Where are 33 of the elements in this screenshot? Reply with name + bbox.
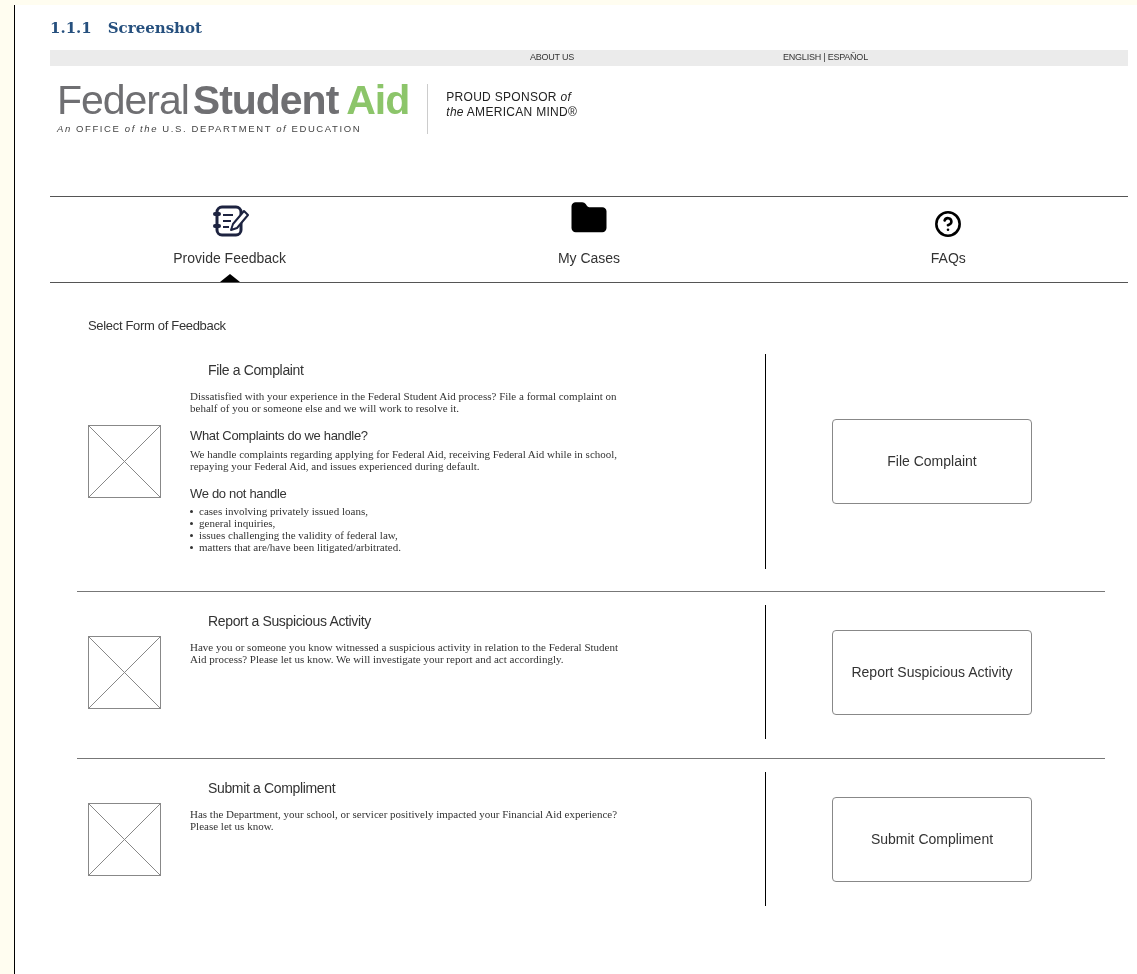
list-item-text: cases involving privately issued loans, — [199, 505, 368, 518]
list-item-text: issues challenging the validity of federal law, — [199, 529, 398, 542]
nav-tab[interactable]: FAQs — [768, 196, 1128, 282]
action-button[interactable]: Submit Compliment — [832, 796, 1032, 882]
description-text: Have you or someone you know witnessed a suspicious activity in relation to the Federal Student Aid process? Please let us know. We will investigate your report and act accordingly. — [190, 641, 619, 666]
action-button[interactable]: Report Suspicious Activity — [832, 629, 1032, 715]
description-text: We handle complaints regarding applying for Federal Aid, receiving Federal Aid while in school, repaying your Federal Aid, and issues experienced during default. — [190, 447, 619, 472]
list-item-text: matters that are/have been litigated/arbitrated. — [199, 541, 401, 554]
list-item-text: general inquiries, — [199, 517, 276, 530]
nav-tab[interactable]: Provide Feedback — [50, 196, 410, 282]
subheading: What Complaints do we handle? — [190, 427, 369, 446]
bullet-icon — [190, 546, 193, 550]
bullet-icon — [190, 534, 193, 538]
logo-wordmark: FederalStudent Aid — [57, 79, 410, 120]
document-heading: 1.1.1 Screenshot — [50, 18, 203, 39]
action-button[interactable]: File Complaint — [832, 419, 1032, 505]
bullet-icon — [190, 510, 193, 514]
sponsor-text: PROUD SPONSOR of — [446, 89, 573, 105]
section-title: Submit a Compliment — [208, 779, 337, 799]
section-prompt: Select Form of Feedback — [88, 316, 227, 335]
notepad-pencil-icon — [210, 203, 249, 238]
description-text: Has the Department, your school, or servicer positively impacted your Financial Aid experience? Please let us know. — [190, 808, 619, 833]
section-title: Report a Suspicious Activity — [208, 612, 372, 632]
logo-tagline: An OFFICE of the U.S. DEPARTMENT of EDUCATION — [57, 121, 363, 136]
sponsor-text: the AMERICAN MIND® — [446, 104, 578, 120]
section-title: File a Complaint — [208, 361, 305, 381]
nav-tab[interactable]: My Cases — [409, 196, 769, 282]
help-icon — [934, 209, 963, 238]
description-text: Dissatisfied with your experience in the Federal Student Aid process? File a formal complaint on behalf of you or someone else and we will work to resolve it. — [190, 390, 618, 415]
top-bar-link[interactable]: ABOUT US — [530, 50, 575, 65]
subheading: We do not handle — [190, 484, 288, 503]
top-bar-link[interactable]: ENGLISH | ESPAÑOL — [783, 50, 868, 65]
bullet-icon — [190, 522, 193, 526]
